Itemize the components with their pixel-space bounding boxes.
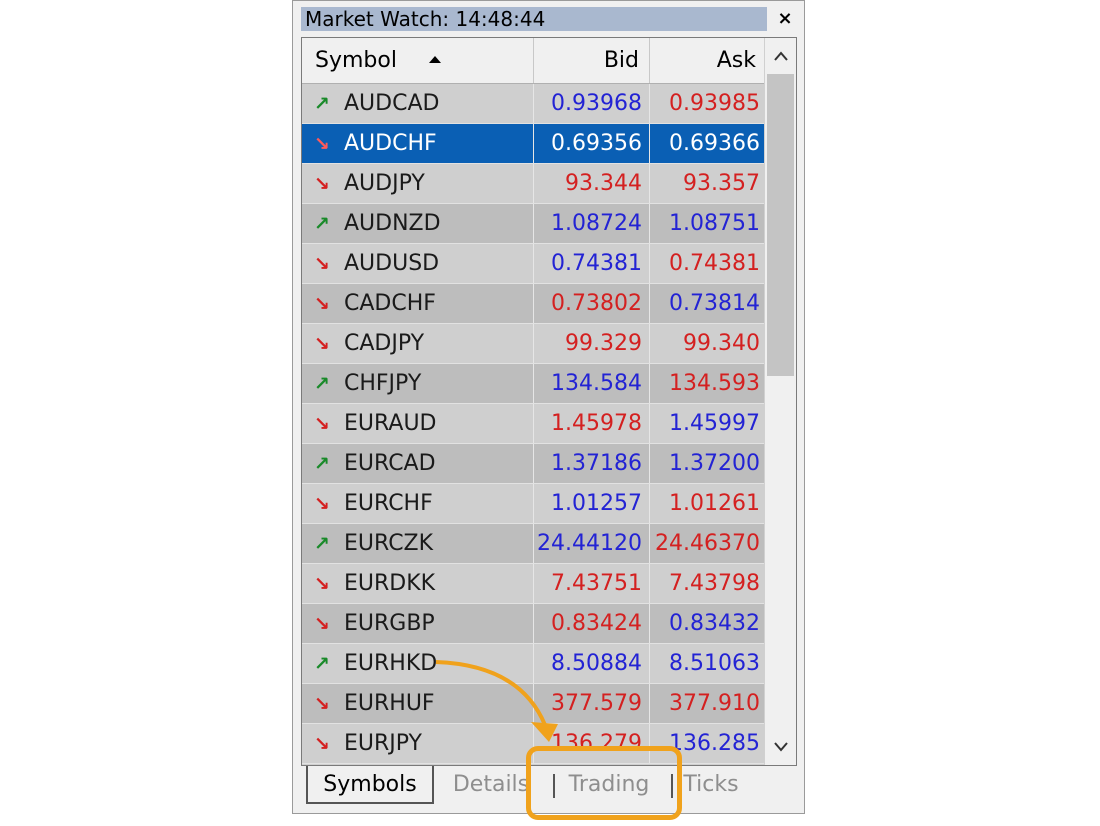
callout-arrow-icon — [435, 660, 558, 742]
